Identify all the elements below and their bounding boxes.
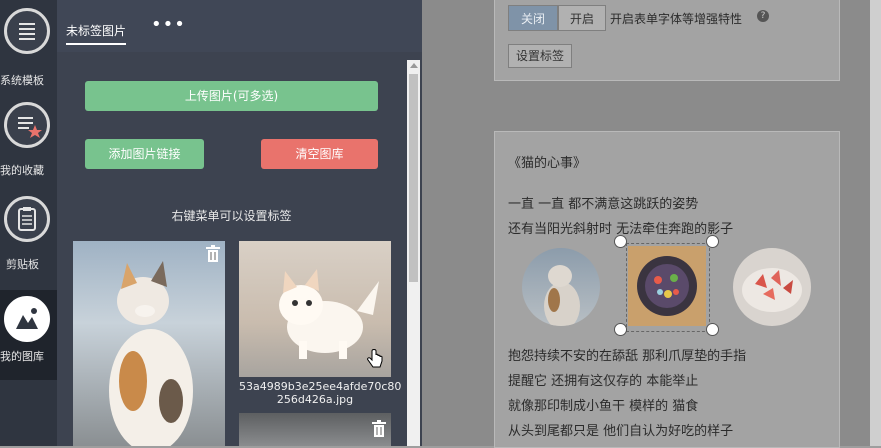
panel-scrollbar[interactable] — [407, 60, 420, 446]
gallery-image-tabby[interactable] — [239, 413, 391, 446]
scrollbar-thumb[interactable] — [409, 74, 418, 282]
right-edge — [870, 0, 881, 446]
clipboard-icon — [4, 196, 50, 242]
delete-image-trash-icon[interactable] — [205, 245, 221, 263]
resize-handle-bottom-left[interactable] — [614, 323, 627, 336]
poem-line: 抱怨持续不安的在舔舐 那利爪厚垫的手指 — [508, 349, 747, 364]
help-icon[interactable]: ? — [757, 10, 769, 22]
clear-gallery-button[interactable]: 清空图库 — [261, 139, 378, 169]
delete-image-trash-icon[interactable] — [371, 420, 387, 438]
resize-handle-top-left[interactable] — [614, 235, 627, 248]
more-options-icon[interactable]: ••• — [151, 14, 186, 35]
poem-line: 一直 一直 都不满意这跳跃的姿势 — [508, 197, 699, 212]
toggle-on-button[interactable]: 开启 — [558, 5, 606, 31]
set-tag-button[interactable]: 设置标签 — [508, 44, 572, 68]
poem-line: 提醒它 还拥有这仅存的 本能举止 — [508, 374, 699, 389]
filename-line-2: 256d426a.jpg — [276, 393, 354, 406]
left-nav: 系统模板 我的收藏 剪贴板 我的图库 — [0, 0, 57, 446]
toggle-off-button[interactable]: 关闭 — [508, 5, 558, 31]
inline-image-food-bowl[interactable] — [628, 246, 706, 326]
nav-item-favorites[interactable]: 我的收藏 — [0, 102, 57, 186]
nav-label: 我的图库 — [0, 350, 44, 363]
nav-item-my-gallery[interactable]: 我的图库 — [0, 290, 57, 380]
nav-label: 我的收藏 — [0, 164, 44, 177]
gallery-icon — [4, 296, 50, 342]
tab-untagged-images[interactable]: 未标签图片 — [66, 22, 127, 45]
favorites-star-icon — [4, 102, 50, 148]
hand-cursor-icon — [366, 349, 384, 371]
add-image-link-button[interactable]: 添加图片链接 — [85, 139, 204, 169]
toggle-description: 开启表单字体等增强特性 — [610, 12, 743, 26]
nav-item-system-templates[interactable]: 系统模板 — [0, 8, 57, 92]
nav-item-clipboard[interactable]: 剪贴板 — [0, 196, 57, 280]
panel-tabs: 未标签图片 ••• — [57, 0, 422, 52]
poem-line: 从头到尾都只是 他们自认为好吃的样子 — [508, 424, 734, 439]
nav-label: 剪贴板 — [6, 258, 39, 271]
upload-images-button[interactable]: 上传图片(可多选) — [85, 81, 378, 111]
poem-line: 就像那印制成小鱼干 模样的 猫食 — [508, 399, 699, 414]
nav-label: 系统模板 — [0, 74, 44, 87]
resize-handle-top-right[interactable] — [706, 235, 719, 248]
filename-line-1: 53a4989b3e25ee4afde70c80 — [239, 380, 402, 393]
context-menu-hint: 右键菜单可以设置标签 — [171, 209, 292, 223]
template-list-icon — [4, 8, 50, 54]
gallery-image-cat-sitting[interactable] — [73, 241, 225, 446]
resize-handle-bottom-right[interactable] — [706, 323, 719, 336]
inline-image-cat-circle[interactable] — [522, 248, 600, 326]
inline-image-dessert-circle[interactable] — [733, 248, 811, 326]
poem-title: 《猫的心事》 — [508, 156, 587, 171]
scroll-up-arrow-icon[interactable] — [410, 63, 418, 68]
image-filename: 53a4989b3e25ee4afde70c80 256d426a.jpg — [239, 380, 402, 406]
